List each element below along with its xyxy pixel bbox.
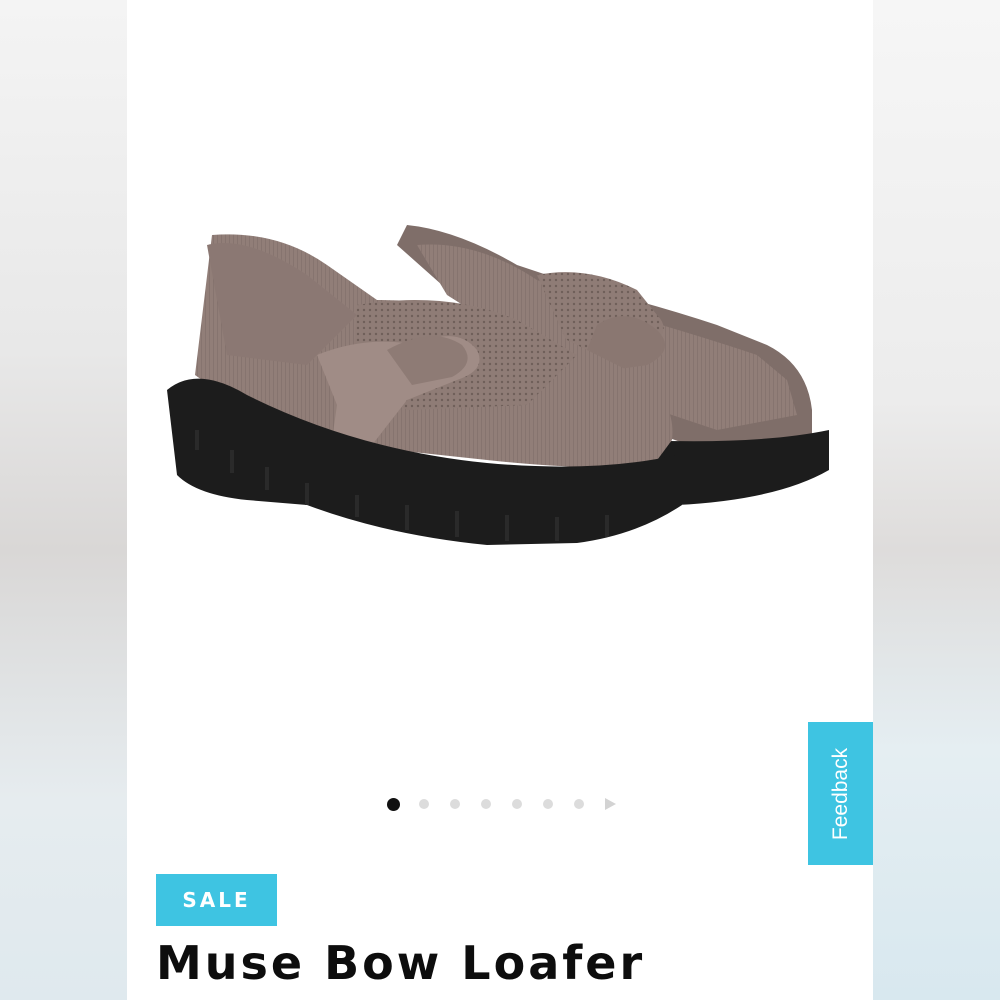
feedback-label: Feedback xyxy=(829,747,853,840)
carousel-dot-7[interactable] xyxy=(574,799,584,809)
carousel-dot-3[interactable] xyxy=(450,799,460,809)
product-image[interactable] xyxy=(157,205,837,565)
product-title: Muse Bow Loafer xyxy=(156,936,646,990)
background-right-blur xyxy=(873,0,1000,1000)
feedback-button[interactable]: Feedback xyxy=(808,722,873,865)
sale-badge: SALE xyxy=(156,874,277,926)
product-page: Feedback SALE Muse Bow Loafer xyxy=(127,0,873,1000)
background-left-blur xyxy=(0,0,127,1000)
image-carousel-dots xyxy=(387,797,616,811)
carousel-dot-1[interactable] xyxy=(387,797,400,811)
carousel-dot-6[interactable] xyxy=(543,799,553,809)
carousel-dot-5[interactable] xyxy=(512,799,522,809)
carousel-dot-2[interactable] xyxy=(419,799,429,809)
chevron-right-icon[interactable] xyxy=(605,798,616,810)
carousel-dot-4[interactable] xyxy=(481,799,491,809)
sale-badge-label: SALE xyxy=(182,888,251,912)
